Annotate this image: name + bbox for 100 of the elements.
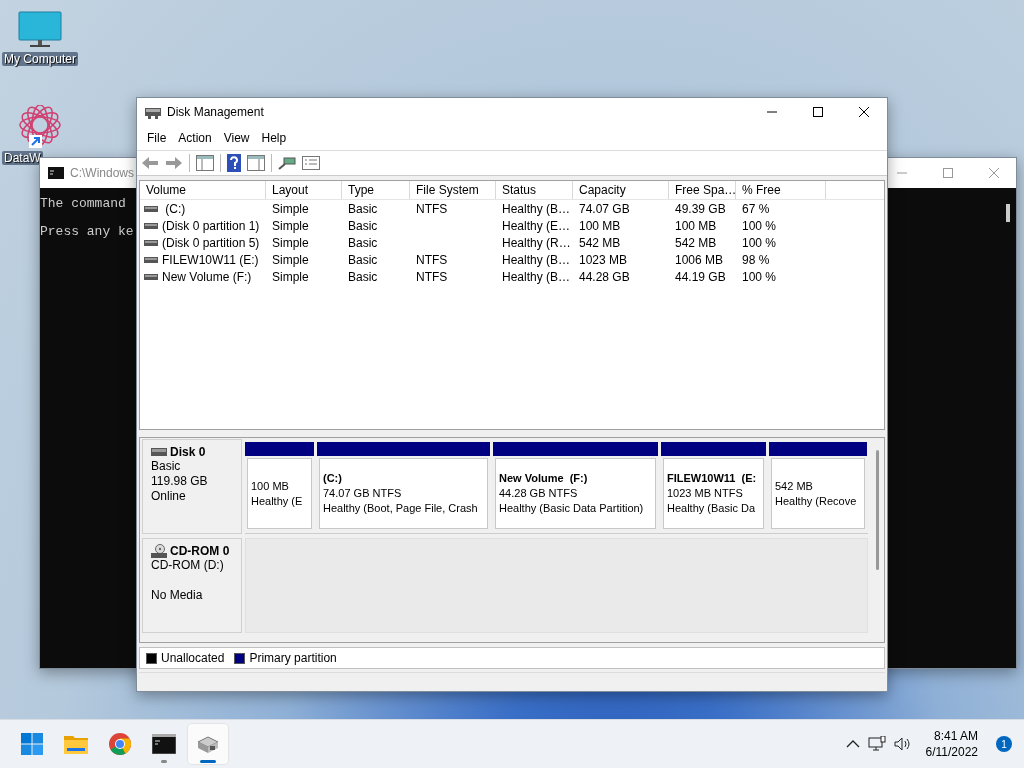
table-cell-text: Basic [347, 252, 379, 267]
column-header[interactable]: Capacity [573, 181, 669, 199]
chevron-up-icon[interactable] [845, 740, 860, 748]
properties-icon[interactable] [302, 156, 320, 170]
partition-detail: 1023 MB NTFS [667, 486, 744, 501]
table-cell-text: Healthy (E… [501, 218, 572, 233]
partition-detail: 542 MB [775, 478, 814, 494]
partition-detail: Healthy (E [251, 493, 304, 509]
drive-icon [144, 256, 158, 263]
disk-management-icon [145, 105, 161, 119]
menu-item[interactable]: File [141, 131, 173, 145]
help-icon[interactable] [227, 154, 241, 172]
console-icon [48, 167, 64, 179]
browser-icon[interactable] [109, 733, 131, 755]
volume-name: (C:) [164, 201, 186, 216]
drive-icon [144, 222, 158, 229]
disk-management-icon[interactable] [196, 734, 220, 754]
cd-drive-icon [151, 544, 167, 558]
windows-start-icon[interactable] [21, 733, 43, 755]
notification-badge[interactable]: 1 [996, 736, 1012, 752]
console-line: Press any ke [40, 224, 134, 239]
table-cell-text: Basic [347, 218, 379, 233]
connect-icon[interactable] [278, 156, 296, 170]
table-cell-text: 100 % [741, 269, 778, 284]
forward-arrow-icon[interactable] [165, 156, 183, 170]
drive-icon [144, 239, 158, 246]
table-cell-text: 1023 MB [578, 252, 629, 267]
disk-name: Disk 0 [170, 445, 206, 459]
table-cell-text: Simple [271, 235, 310, 250]
volume-name: FILEW10W11 (E:) [162, 252, 259, 267]
volume-name: (Disk 0 partition 1) [162, 218, 260, 233]
table-cell-text: 98 % [741, 252, 771, 267]
table-cell-text: 44.28 GB [578, 269, 631, 284]
partition-title: New Volume (F:) [499, 471, 589, 486]
console-tree-icon[interactable] [196, 155, 214, 171]
partition-detail: Healthy (Boot, Page File, Crash [323, 501, 479, 516]
close-icon[interactable] [858, 106, 870, 118]
column-header[interactable]: % Free [736, 181, 826, 199]
partition-detail: 100 MB [251, 478, 290, 494]
column-header[interactable]: Type [342, 181, 410, 199]
table-cell-text: 67 % [741, 201, 771, 216]
network-icon[interactable] [867, 736, 886, 752]
table-cell-text: NTFS [415, 252, 449, 267]
action-pane-icon[interactable] [247, 155, 265, 171]
disk-name: CD-ROM 0 [170, 544, 230, 558]
table-cell-text: NTFS [415, 201, 449, 216]
table-cell-text: Basic [347, 201, 379, 216]
table-cell-text: Basic [347, 269, 379, 284]
table-cell-text: NTFS [415, 269, 449, 284]
volume-name: (Disk 0 partition 5) [162, 235, 260, 250]
table-cell-text: 542 MB [578, 235, 622, 250]
disk-detail: No Media [151, 588, 204, 603]
column-header[interactable]: Free Spa… [669, 181, 736, 199]
volume-icon[interactable] [893, 737, 912, 751]
table-cell-text: 100 % [741, 218, 778, 233]
table-cell-text: Basic [347, 235, 379, 250]
table-cell-text: 74.07 GB [578, 201, 631, 216]
scrollbar [1006, 204, 1010, 222]
table-cell-text: Healthy (B… [501, 201, 572, 216]
legend-label: Primary partition [249, 651, 337, 665]
table-cell-text: Simple [271, 201, 310, 216]
clock[interactable]: 8:41 AM 6/11/2022 [919, 728, 984, 760]
partition-title: FILEW10W11 (E: [667, 471, 758, 486]
drive-icon [144, 205, 158, 212]
table-cell-text: Healthy (B… [501, 252, 572, 267]
table-cell-text: Healthy (B… [501, 269, 572, 284]
window-title: Disk Management [167, 105, 264, 119]
icon-label[interactable]: My Computer [2, 52, 78, 66]
column-header[interactable]: Status [496, 181, 573, 199]
window-title: C:\Windows [70, 166, 134, 180]
disk-detail: Online [151, 489, 187, 504]
console-icon[interactable] [152, 734, 176, 754]
partition-detail: Healthy (Basic Data Partition) [499, 501, 645, 516]
table-cell-text: 100 MB [674, 218, 718, 233]
menu-item[interactable]: Action [172, 131, 218, 145]
partition-detail: 74.07 GB NTFS [323, 486, 403, 501]
table-cell-text: 100 MB [578, 218, 622, 233]
legend-label: Unallocated [161, 651, 225, 665]
column-header[interactable]: Volume [140, 181, 266, 199]
menu-item[interactable]: View [217, 131, 256, 145]
table-cell-text: 1006 MB [674, 252, 725, 267]
table-cell-text: Healthy (R… [501, 235, 572, 250]
folder-icon[interactable] [64, 734, 88, 754]
maximize-icon[interactable] [812, 106, 824, 118]
disk-detail: Basic [151, 459, 182, 474]
table-cell-text: 542 MB [674, 235, 718, 250]
back-arrow-icon[interactable] [141, 156, 159, 170]
disk-detail: CD-ROM (D:) [151, 558, 225, 573]
drive-icon [144, 273, 158, 280]
partition-detail: Healthy (Recove [775, 493, 858, 509]
volume-name: New Volume (F:) [162, 269, 252, 284]
table-cell-text: Simple [271, 218, 310, 233]
table-cell-text: 49.39 GB [674, 201, 727, 216]
console-line: The command [40, 196, 127, 211]
partition-detail: 44.28 GB NTFS [499, 486, 579, 501]
column-header[interactable]: File System [410, 181, 496, 199]
table-cell-text: Simple [271, 269, 310, 284]
column-header[interactable]: Layout [266, 181, 342, 199]
table-cell-text: Simple [271, 252, 310, 267]
menu-item[interactable]: Help [255, 131, 293, 145]
